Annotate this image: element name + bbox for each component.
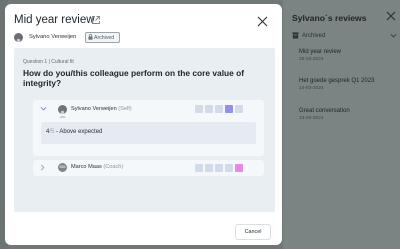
response-card-coach[interactable]: MM Marco Maas (Coach) bbox=[33, 160, 264, 176]
rating-scale-box-selected bbox=[225, 105, 233, 113]
rating-scale-box bbox=[205, 105, 213, 113]
reviews-side-panel: Sylvano´s reviews Archived Mid year revi… bbox=[283, 0, 400, 249]
question-section: Question 1 | Cultural fit How do you/thi… bbox=[14, 48, 275, 212]
status-badge-label: Archived bbox=[94, 34, 115, 41]
modal-title: Mid year review bbox=[14, 14, 95, 26]
close-icon[interactable] bbox=[257, 16, 268, 27]
rating-scale-box bbox=[215, 105, 223, 113]
rating-scale-box bbox=[225, 164, 233, 172]
respondent-name: Sylvano Verweijen (Self) bbox=[71, 106, 132, 112]
cancel-button[interactable]: Cancel bbox=[235, 224, 271, 240]
rating-scale-box bbox=[235, 105, 243, 113]
archive-filter-dropdown[interactable]: Archived bbox=[292, 32, 398, 42]
response-card-self: Sylvano Verweijen (Self) 4/5 - Above exp… bbox=[33, 100, 264, 156]
review-list-item[interactable]: Great conversation 13-03-2024 bbox=[299, 108, 350, 121]
review-title: Mid year review bbox=[299, 49, 342, 55]
external-link-icon[interactable] bbox=[91, 15, 101, 25]
review-list-item[interactable]: Het goede gesprek Q1 2023 14-03-2024 bbox=[299, 78, 374, 91]
answer-text: 4/5 - Above expected bbox=[46, 129, 102, 135]
rating-scale-box bbox=[195, 164, 203, 172]
respondent-name-text: Marco Maas bbox=[71, 164, 102, 170]
review-list-item[interactable]: Mid year review 25-10-2024 bbox=[299, 49, 341, 62]
respondent-role: (Self) bbox=[118, 106, 132, 112]
question-category: Question 1 | Cultural fit bbox=[23, 59, 74, 65]
review-date: 25-10-2024 bbox=[299, 57, 324, 62]
side-panel-title: Sylvano´s reviews bbox=[292, 13, 367, 23]
answer-box: 4/5 - Above expected bbox=[41, 122, 256, 144]
rating-scale-box bbox=[215, 164, 223, 172]
chevron-down-icon bbox=[390, 33, 397, 38]
avatar bbox=[14, 33, 23, 42]
reviewee-name: Sylvano Verweijen bbox=[29, 34, 77, 40]
side-panel-close-icon[interactable] bbox=[386, 11, 396, 21]
rating-scale-box-selected bbox=[235, 164, 243, 172]
lock-icon bbox=[88, 34, 93, 40]
review-modal: Mid year review Sylvano Verweijen Archiv… bbox=[5, 4, 282, 245]
respondent-name-text: Sylvano Verweijen bbox=[71, 106, 117, 112]
review-date: 13-03-2024 bbox=[299, 116, 324, 121]
review-title: Great conversation bbox=[299, 108, 350, 114]
archive-box-icon bbox=[292, 32, 299, 39]
answer-label: - Above expected bbox=[56, 129, 103, 135]
answer-max: /5 bbox=[49, 129, 55, 135]
review-title: Het goede gesprek Q1 2023 bbox=[299, 78, 375, 84]
rating-scale-box bbox=[205, 164, 213, 172]
question-text: How do you/this colleague perform on the… bbox=[23, 68, 245, 88]
review-date: 14-03-2024 bbox=[299, 86, 324, 91]
archive-filter-label: Archived bbox=[302, 33, 326, 39]
chevron-down-icon[interactable] bbox=[40, 106, 47, 112]
respondent-name: Marco Maas (Coach) bbox=[71, 164, 123, 170]
coach-avatar-initials: MM bbox=[58, 163, 67, 172]
respondent-role: (Coach) bbox=[103, 164, 124, 170]
avatar bbox=[58, 105, 67, 118]
status-badge: Archived bbox=[85, 32, 120, 43]
chevron-right-icon[interactable] bbox=[40, 164, 46, 171]
rating-scale-box bbox=[195, 105, 203, 113]
